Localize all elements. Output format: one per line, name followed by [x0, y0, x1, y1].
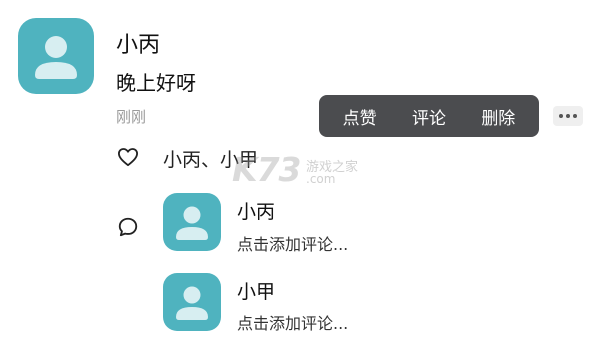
- watermark-domain: .com: [306, 172, 336, 186]
- more-dot: [559, 114, 563, 118]
- comment-bubble-icon: [118, 217, 138, 237]
- more-dot: [566, 114, 570, 118]
- delete-button[interactable]: 删除: [481, 104, 515, 129]
- like-button[interactable]: 点赞: [343, 104, 377, 129]
- comment-button[interactable]: 评论: [412, 104, 446, 129]
- heart-outline-icon: [118, 148, 138, 167]
- commenter-name: 小丙: [237, 201, 276, 223]
- post-author-avatar[interactable]: [18, 18, 94, 94]
- post-content: 晚上好呀: [116, 71, 196, 95]
- post-timestamp: 刚刚: [116, 108, 147, 126]
- avatar-person-icon: [176, 206, 208, 240]
- more-dots-icon[interactable]: [553, 106, 583, 126]
- more-dot: [573, 114, 577, 118]
- avatar-person-icon: [176, 286, 208, 320]
- comment-input-placeholder[interactable]: 点击添加评论...: [237, 310, 348, 334]
- commenter-avatar[interactable]: [163, 193, 221, 251]
- avatar-person-icon: [35, 36, 77, 79]
- commenter-name: 小甲: [237, 281, 276, 303]
- commenter-avatar[interactable]: [163, 273, 221, 331]
- comment-input-placeholder[interactable]: 点击添加评论...: [237, 231, 348, 255]
- post-action-menu: 点赞 评论 删除: [319, 95, 539, 137]
- watermark-site-name: 游戏之家: [306, 160, 359, 175]
- like-names: 小丙、小甲: [163, 149, 259, 171]
- moment-post-screen: 小丙 晚上好呀 刚刚 点赞 评论 删除 小丙、小甲 小丙 点击添加评论... 小…: [0, 0, 595, 342]
- post-author-name[interactable]: 小丙: [116, 27, 160, 59]
